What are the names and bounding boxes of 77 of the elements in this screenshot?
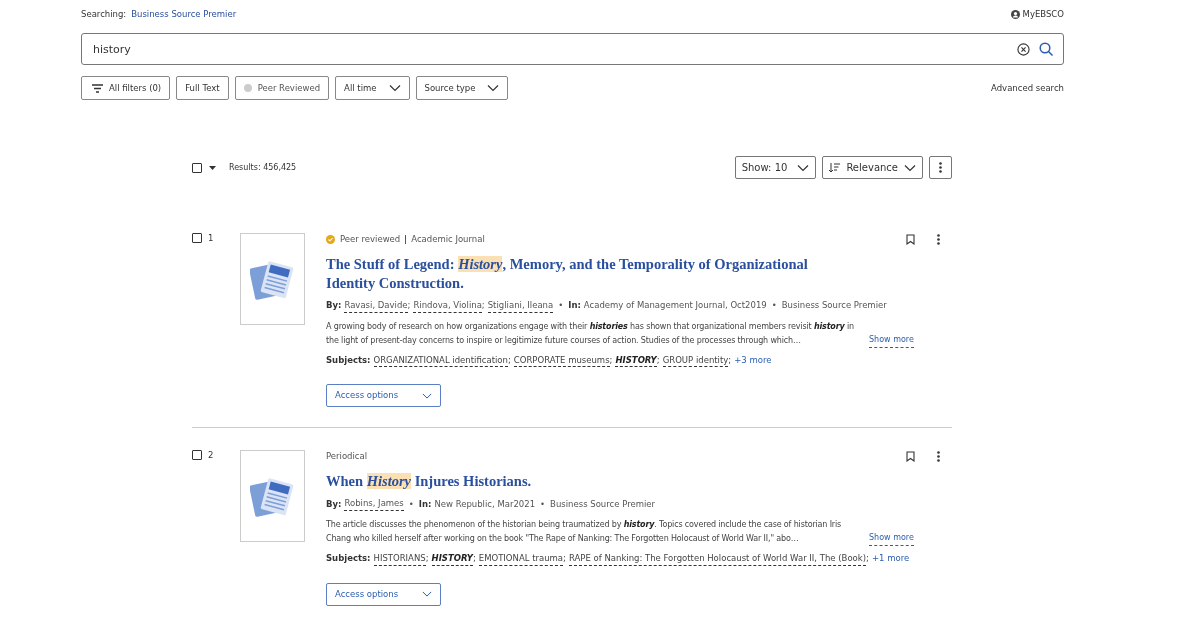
bullet: • (557, 299, 565, 312)
search-icon[interactable] (1039, 42, 1053, 56)
filter-dropdown[interactable]: Source type (415, 76, 509, 100)
searching-label: Searching: (81, 7, 127, 21)
separator: ; (656, 354, 660, 367)
clear-icon[interactable] (1017, 42, 1030, 56)
database-name: Business Source Premier (550, 497, 656, 511)
subjects-label: Subjects: (326, 552, 371, 565)
chevron-down-icon (422, 589, 432, 599)
more-options-icon[interactable] (939, 162, 942, 173)
more-options-icon[interactable] (937, 451, 940, 463)
result-title[interactable]: When History Injures Historians. (326, 472, 856, 491)
chevron-down-icon (487, 82, 500, 94)
by-label: By: (326, 299, 342, 312)
access-options-dropdown[interactable]: Access options (326, 582, 441, 606)
caret-icon[interactable] (209, 165, 216, 170)
abstract-text: A growing body of research on how organizations engage with their histories has shown that organizational members revisit history in the light of present-day concerns to inspire or legitimize future courses of action. Studies of the processes through which… (326, 320, 855, 347)
access-options-dropdown[interactable]: Access options (326, 384, 441, 408)
bullet: • (770, 299, 778, 312)
subjects-label: Subjects: (326, 354, 371, 367)
checkbox[interactable] (192, 162, 202, 173)
subject-link[interactable]: CORPORATE museums (513, 353, 610, 368)
result-number: 2 (208, 450, 214, 461)
filter-dropdown[interactable]: All time (335, 76, 410, 100)
source-type-label: Periodical (326, 450, 368, 463)
results-count: Results: 456,425 (229, 161, 297, 174)
bookmark-icon[interactable] (906, 233, 915, 245)
database-link[interactable]: Business Source Premier (131, 7, 237, 21)
source-type-label: Academic Journal (411, 233, 485, 246)
publication-info: Academy of Management Journal, Oct2019 (583, 299, 767, 312)
subject-link[interactable]: HISTORY (615, 353, 657, 368)
more-options-icon[interactable] (937, 233, 940, 245)
result-title[interactable]: The Stuff of Legend: History, Memory, and the Temporality of Organizational Identity Construction. (326, 254, 856, 293)
by-label: By: (326, 497, 342, 511)
more-options-button[interactable] (929, 156, 952, 179)
more-subjects-link[interactable]: +3 more (734, 354, 772, 367)
separator: ; (563, 552, 566, 565)
separator: ; (407, 299, 411, 312)
separator: ; (481, 299, 485, 312)
in-label: In: (568, 299, 581, 312)
checkbox[interactable] (192, 450, 202, 461)
sort-dropdown[interactable]: Relevance (822, 156, 923, 179)
filter-icon (92, 83, 103, 93)
checkbox[interactable] (192, 233, 202, 243)
advanced-search-link[interactable]: Advanced search (991, 81, 1064, 95)
abstract-text: The article discusses the phenomenon of the historian being traumatized by history. Topics covered include the case of historian Iris Chang who killed herself after working on the book "The Rape of Nanking: The Forgotten Holocaust of World War II," abo… (326, 518, 843, 545)
peer-reviewed-label: Peer reviewed (340, 233, 401, 246)
sort-icon (829, 162, 841, 173)
show-more-link[interactable]: Show more (869, 332, 914, 348)
separator: ; (866, 552, 869, 565)
all-filters-button[interactable]: All filters (0) (81, 76, 171, 100)
search-field[interactable]: history (81, 33, 1064, 65)
database-name: Business Source Premier (781, 299, 887, 312)
separator: ; (425, 552, 429, 565)
in-label: In: (418, 497, 432, 511)
publication-info: New Republic, Mar2021 (434, 497, 536, 511)
subject-link[interactable]: HISTORIANS (373, 551, 426, 566)
subject-link[interactable]: HISTORY (431, 551, 473, 566)
account-link[interactable]: MyEBSCO (1010, 7, 1064, 21)
result-number: 1 (208, 233, 214, 243)
author-link[interactable]: Ravasi, Davide (344, 298, 408, 313)
author-link[interactable]: Rindova, Violina (413, 298, 482, 313)
user-icon (1010, 9, 1020, 19)
more-subjects-link[interactable]: +1 more (871, 552, 910, 565)
author-link[interactable]: Robins, James (344, 497, 404, 511)
show-more-link[interactable]: Show more (869, 530, 914, 546)
full-text-button[interactable]: Full Text (176, 76, 229, 100)
bullet: • (539, 497, 547, 511)
page-size-dropdown[interactable]: Show: 10 (734, 156, 817, 179)
bookmark-icon[interactable] (906, 451, 915, 463)
peer-reviewed-button[interactable]: Peer Reviewed (234, 76, 330, 100)
chevron-down-icon (388, 82, 401, 94)
separator: ; (609, 354, 613, 367)
subject-link[interactable]: ORGANIZATIONAL identification (373, 353, 508, 368)
bullet: • (407, 497, 415, 511)
separator: ; (728, 354, 732, 367)
author-link[interactable]: Stigliani, Ileana (487, 298, 554, 313)
